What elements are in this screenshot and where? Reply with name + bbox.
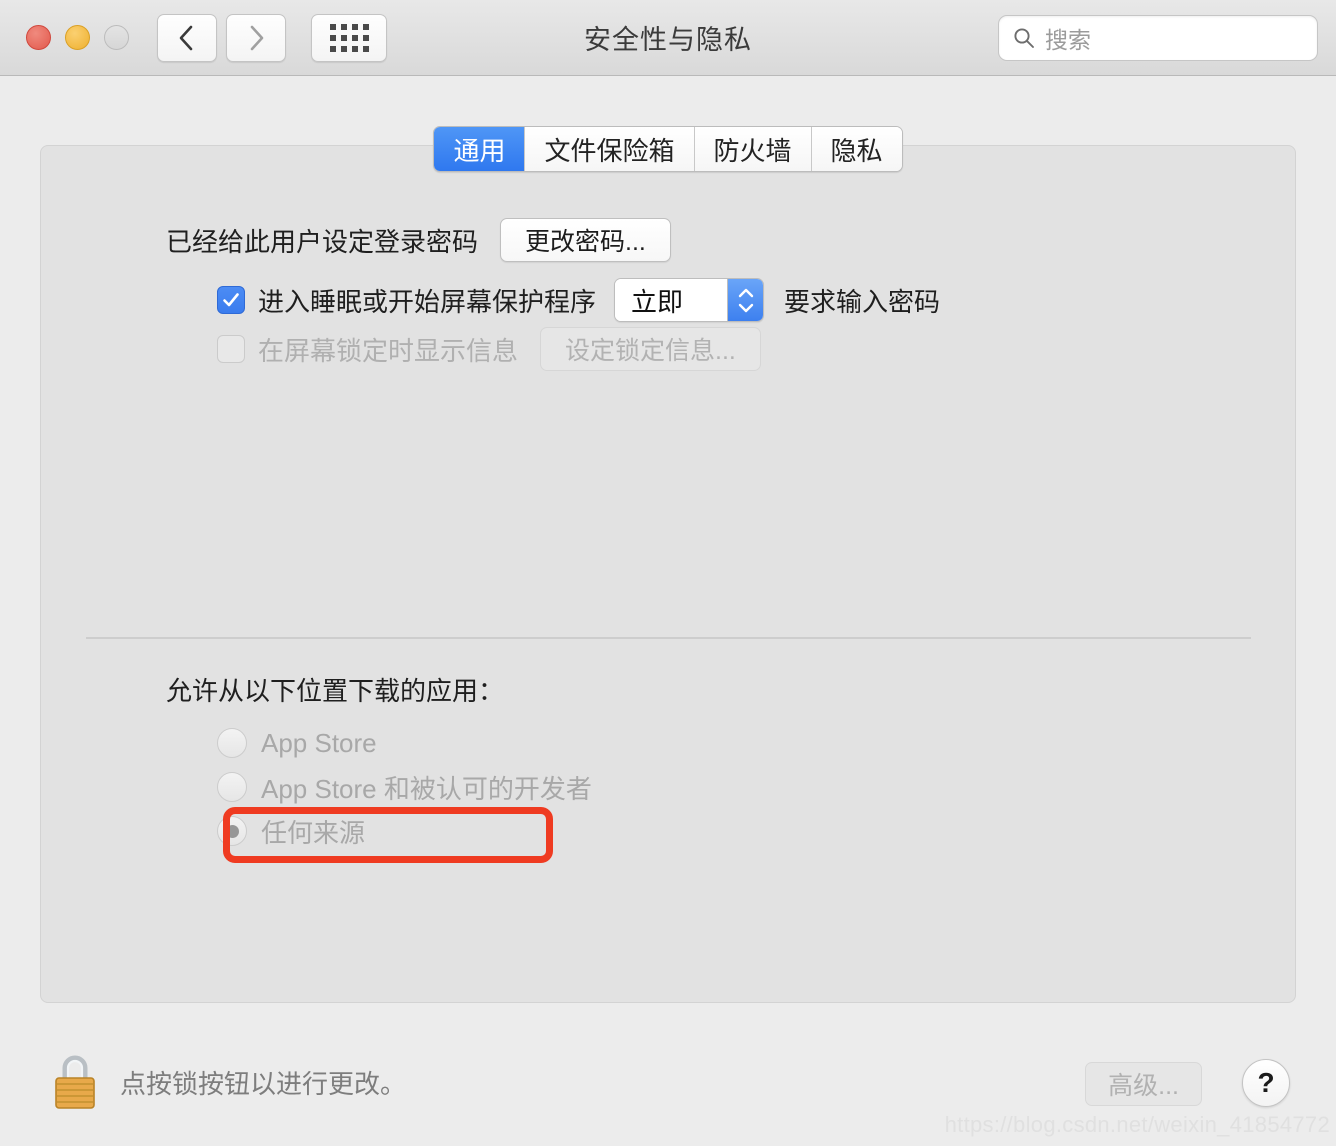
- radio-row-app-store: App Store: [217, 721, 592, 765]
- navigation-buttons: [157, 13, 286, 62]
- general-settings-panel: 已经给此用户设定登录密码 更改密码... 进入睡眠或开始屏幕保护程序 立即 要求…: [40, 145, 1296, 1003]
- traffic-light-group: [26, 25, 129, 50]
- section-divider: [86, 637, 1251, 639]
- require-password-label: 要求输入密码: [784, 286, 941, 317]
- show-lock-message-label: 在屏幕锁定时显示信息: [258, 335, 519, 366]
- show-all-preferences-button[interactable]: [311, 13, 387, 62]
- window-footer: 点按锁按钮以进行更改。 高级... ? https://blog.csdn.ne…: [0, 1026, 1336, 1146]
- show-lock-message-checkbox: [217, 335, 245, 363]
- tab-filevault[interactable]: 文件保险箱: [525, 127, 695, 171]
- tab-general[interactable]: 通用: [434, 127, 526, 171]
- search-field[interactable]: 搜索: [998, 15, 1318, 61]
- radio-row-app-store-identified-developers: App Store 和被认可的开发者: [217, 765, 592, 809]
- radio-anywhere: [217, 816, 247, 846]
- chevron-left-icon: [179, 25, 193, 50]
- radio-app-store-identified-developers: [217, 772, 247, 802]
- require-password-row: 进入睡眠或开始屏幕保护程序 立即 要求输入密码: [217, 278, 940, 322]
- sleep-screensaver-label: 进入睡眠或开始屏幕保护程序: [258, 286, 597, 317]
- system-preferences-window: 安全性与隐私 搜索 通用 文件保险箱 防火墙 隐私 已经给此用户设定登录密码 更…: [0, 0, 1336, 1146]
- radio-label-app-store: App Store: [261, 727, 377, 758]
- password-delay-stepper[interactable]: 立即: [614, 278, 765, 322]
- search-placeholder: 搜索: [1045, 27, 1091, 53]
- advanced-button: 高级...: [1085, 1062, 1202, 1106]
- tab-bar: 通用 文件保险箱 防火墙 隐私: [0, 126, 1336, 172]
- login-password-row: 已经给此用户设定登录密码 更改密码...: [166, 218, 671, 262]
- lock-hint-message: 点按锁按钮以进行更改。: [120, 1069, 407, 1099]
- radio-selected-dot: [225, 824, 239, 838]
- minimize-window-button[interactable]: [65, 25, 90, 50]
- back-button[interactable]: [157, 13, 217, 62]
- tab-privacy[interactable]: 隐私: [811, 127, 902, 171]
- chevron-right-icon: [250, 25, 264, 50]
- preferences-body: 通用 文件保险箱 防火墙 隐私 已经给此用户设定登录密码 更改密码... 进入睡…: [0, 76, 1336, 1146]
- download-sources-title: 允许从以下位置下载的应用：: [166, 676, 505, 706]
- tab-firewall[interactable]: 防火墙: [694, 127, 812, 171]
- watermark-text: https://blog.csdn.net/weixin_41854772: [944, 1112, 1330, 1137]
- radio-row-anywhere: 任何来源: [217, 809, 592, 853]
- grid-view-icon: [329, 23, 369, 52]
- change-password-button[interactable]: 更改密码...: [500, 218, 671, 262]
- password-status-label: 已经给此用户设定登录密码: [166, 226, 479, 257]
- help-button[interactable]: ?: [1242, 1059, 1290, 1107]
- forward-button[interactable]: [226, 13, 286, 62]
- stepper-up-down-icon[interactable]: [727, 279, 764, 321]
- radio-label-app-store-identified-developers: App Store 和被认可的开发者: [261, 773, 592, 804]
- zoom-window-button: [104, 25, 129, 50]
- checkmark-icon: [223, 293, 239, 307]
- password-delay-value: 立即: [615, 279, 728, 321]
- padlock-closed-icon[interactable]: [48, 1052, 102, 1112]
- search-icon: [1014, 28, 1034, 48]
- download-sources-radio-group: App Store App Store 和被认可的开发者 任何来源: [217, 721, 592, 863]
- radio-label-anywhere: 任何来源: [261, 817, 366, 848]
- set-lock-message-button: 设定锁定信息...: [540, 327, 761, 371]
- chevron-up-icon[interactable]: [736, 287, 756, 299]
- lock-message-row: 在屏幕锁定时显示信息 设定锁定信息...: [217, 327, 761, 371]
- sleep-screensaver-checkbox[interactable]: [217, 286, 245, 314]
- chevron-down-icon[interactable]: [736, 302, 756, 314]
- radio-app-store: [217, 728, 247, 758]
- window-titlebar: 安全性与隐私 搜索: [0, 0, 1336, 76]
- close-window-button[interactable]: [26, 25, 51, 50]
